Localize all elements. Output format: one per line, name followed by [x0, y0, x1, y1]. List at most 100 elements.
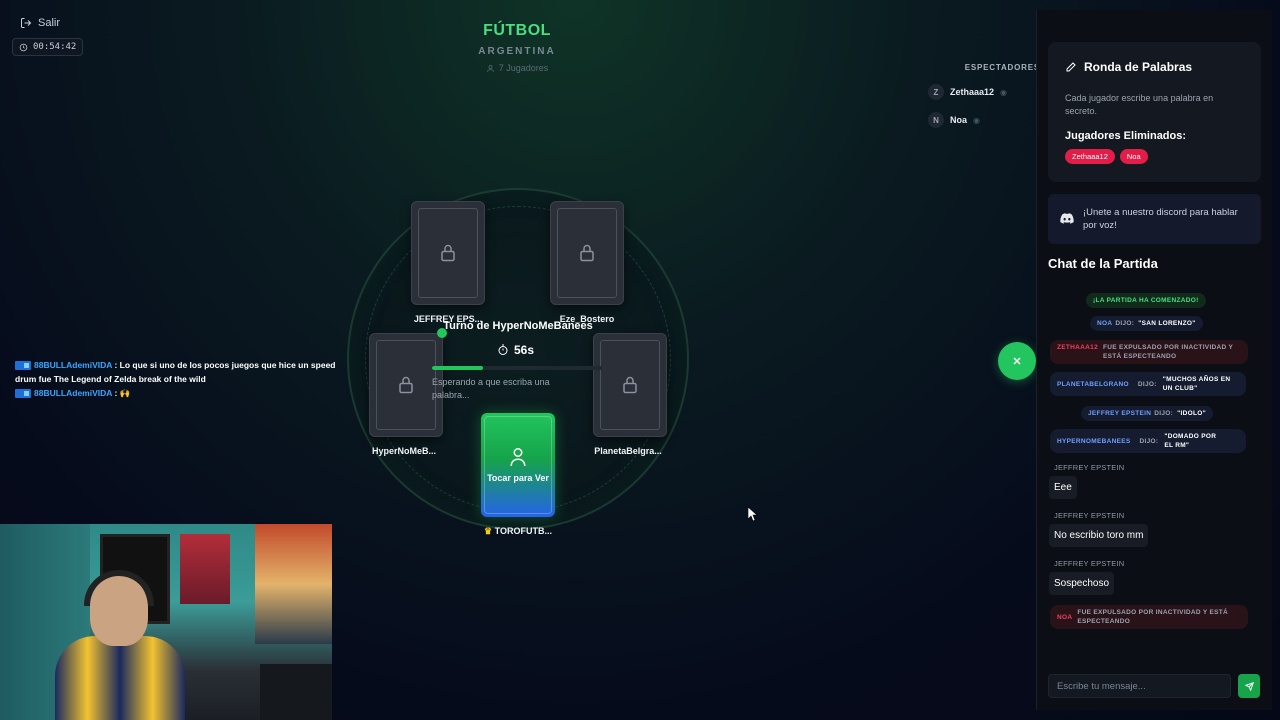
word-message: JEFFREY EPSTEIN DIJO: "IDOLO" — [1081, 406, 1213, 421]
word-message-user: PLANETABELGRANO — [1057, 380, 1129, 388]
chat-input[interactable] — [1048, 674, 1231, 698]
word-message-verb: DIJO: — [1137, 380, 1157, 388]
turn-indicator: Turno de HyperNoMeBanees — [443, 320, 593, 332]
spectator-item: N Noa ◉ — [928, 112, 1028, 128]
players-count-text: 7 Jugadores — [498, 63, 549, 73]
discord-icon — [1060, 213, 1074, 224]
lock-icon — [441, 244, 455, 262]
word-message-user: JEFFREY EPSTEIN — [1088, 410, 1152, 417]
players-count: 7 Jugadores — [417, 63, 617, 73]
stream-overlay-chat: 88BULLAdemiVIDA : Lo que si uno de los p… — [15, 358, 345, 400]
card-face — [600, 340, 660, 430]
lock-icon — [580, 244, 594, 262]
spectator-avatar: N — [928, 112, 944, 128]
word-message: PLANETABELGRANO DIJO: "MUCHOS AÑOS EN UN C… — [1050, 372, 1246, 396]
word-message-verb: DIJO: — [1154, 410, 1174, 417]
reveal-card-button[interactable]: Tocar para Ver — [481, 413, 555, 517]
right-panel: Ronda de Palabras Cada jugador escribe u… — [1036, 10, 1272, 710]
user-icon — [486, 64, 494, 72]
subscriber-badge-icon — [15, 361, 31, 371]
round-description: Cada jugador escribe una palabra en secr… — [1065, 93, 1214, 116]
eliminated-player-tag: Zethaaa12 — [1065, 149, 1115, 164]
user-icon — [510, 448, 526, 467]
exit-button[interactable]: Salir — [12, 12, 83, 34]
spectator-avatar: Z — [928, 84, 944, 100]
stopwatch-icon — [498, 344, 508, 355]
reveal-card-face: Tocar para Ver — [484, 416, 552, 514]
word-message-text: "MUCHOS AÑOS EN UN CLUB" — [1162, 376, 1231, 392]
card-face — [418, 208, 478, 298]
chat-message-user: JEFFREY EPSTEIN — [1054, 559, 1125, 568]
word-message-verb: DIJO: — [1115, 320, 1135, 327]
discord-invite-text: ¡Unete a nuestro discord para hablar por… — [1083, 207, 1238, 231]
close-icon — [1013, 357, 1021, 365]
chat-message-user: JEFFREY EPSTEIN — [1054, 463, 1125, 472]
exit-label: Salir — [38, 17, 61, 29]
player-name: HyperNoMeB... — [371, 446, 436, 456]
word-message-text: "SAN LORENZO" — [1138, 320, 1196, 327]
word-message-user: NOA — [1097, 320, 1113, 327]
kick-message-user: NOA — [1057, 613, 1073, 621]
spectator-name: Zethaaa12 — [950, 87, 995, 97]
subscriber-badge-icon — [15, 389, 31, 399]
kick-message-user: ZETHAAA12 — [1057, 344, 1098, 351]
my-card-owner-name: TOROFUTB... — [494, 526, 552, 536]
chat-message-text: Eee — [1049, 476, 1077, 499]
system-message: ¡LA PARTIDA HA COMENZADO! — [1086, 293, 1206, 308]
player-name: PlanetaBelgra... — [594, 446, 662, 456]
category-title: FÚTBOL — [483, 22, 551, 39]
send-button[interactable] — [1238, 674, 1260, 698]
eliminated-tags: Zethaaa12 Noa — [1065, 149, 1244, 164]
clock-icon — [19, 43, 28, 51]
send-icon — [1244, 681, 1254, 691]
word-message-text: "DOMADO POR EL RM" — [1164, 433, 1217, 449]
close-fab-button[interactable] — [998, 342, 1036, 380]
turn-progress-fill — [432, 366, 483, 370]
pencil-icon — [1066, 62, 1076, 72]
eye-icon: ◉ — [1000, 87, 1008, 97]
word-message: HYPERNOMEBANEES DIJO: "DOMADO POR EL RM" — [1050, 429, 1246, 453]
kick-message-text: FUE EXPULSADO POR INACTIVIDAD Y ESTÁ ESP… — [1077, 609, 1229, 625]
my-card-owner: ♛ TOROFUTB... — [463, 526, 573, 537]
stream-chat-line: 88BULLAdemiVIDA : Lo que si uno de los p… — [15, 360, 336, 384]
elapsed-timer: 00:54:42 — [12, 38, 84, 56]
kick-message: NOA FUE EXPULSADO POR INACTIVIDAD Y ESTÁ … — [1050, 605, 1248, 629]
spectator-name: Noa — [950, 115, 968, 125]
discord-invite[interactable]: ¡Unete a nuestro discord para hablar por… — [1048, 194, 1261, 244]
exit-icon — [21, 18, 32, 28]
lock-icon — [623, 376, 637, 394]
eliminated-player-tag: Noa — [1119, 149, 1148, 164]
chat-message-text: No escribio toro mm — [1049, 524, 1149, 547]
chat-message-user: JEFFREY EPSTEIN — [1054, 511, 1125, 520]
mouse-cursor-icon — [748, 507, 758, 521]
card-face — [557, 208, 617, 298]
kick-message: ZETHAAA12 FUE EXPULSADO POR INACTIVIDAD Y… — [1050, 340, 1248, 364]
crown-icon: ♛ — [484, 526, 493, 536]
spectator-item: Z Zethaaa12 ◉ — [928, 84, 1028, 100]
stream-chat-line: 88BULLAdemiVIDA : 🙌 — [15, 386, 345, 400]
elapsed-time: 00:54:42 — [33, 42, 77, 52]
webcam-feed — [0, 524, 332, 720]
eliminated-title: Jugadores Eliminados: — [1065, 130, 1187, 142]
word-message-user: HYPERNOMEBANEES — [1057, 437, 1131, 445]
player-card-locked — [550, 201, 624, 305]
stream-chat-user: 88BULLAdemiVIDA — [34, 360, 113, 370]
stream-chat-message: 🙌 — [119, 388, 131, 398]
countdown: 56s — [497, 343, 534, 357]
chat-message-text: Sospechoso — [1049, 572, 1115, 595]
player-card-locked — [411, 201, 485, 305]
round-title: Ronda de Palabras — [1065, 60, 1244, 74]
spectators-title: ESPECTADORES — [964, 63, 1040, 72]
card-face — [376, 340, 436, 430]
top-left-controls: Salir 00:54:42 — [12, 12, 84, 57]
turn-progress-bar — [432, 366, 602, 370]
waiting-text: Esperando a que escriba una palabra... — [432, 377, 550, 400]
chat-title: Chat de la Partida — [1048, 256, 1158, 271]
spectators-list: ESPECTADORES Z Zethaaa12 ◉ N Noa ◉ — [928, 63, 1039, 128]
reveal-card-text: Tocar para Ver — [487, 473, 549, 483]
lock-icon — [399, 376, 413, 394]
player-card-locked — [593, 333, 667, 437]
kick-message-text: FUE EXPULSADO POR INACTIVIDAD Y ESTÁ ESP… — [1102, 344, 1234, 360]
round-info-box: Ronda de Palabras Cada jugador escribe u… — [1048, 42, 1261, 182]
round-title-text: Ronda de Palabras — [1084, 60, 1193, 74]
